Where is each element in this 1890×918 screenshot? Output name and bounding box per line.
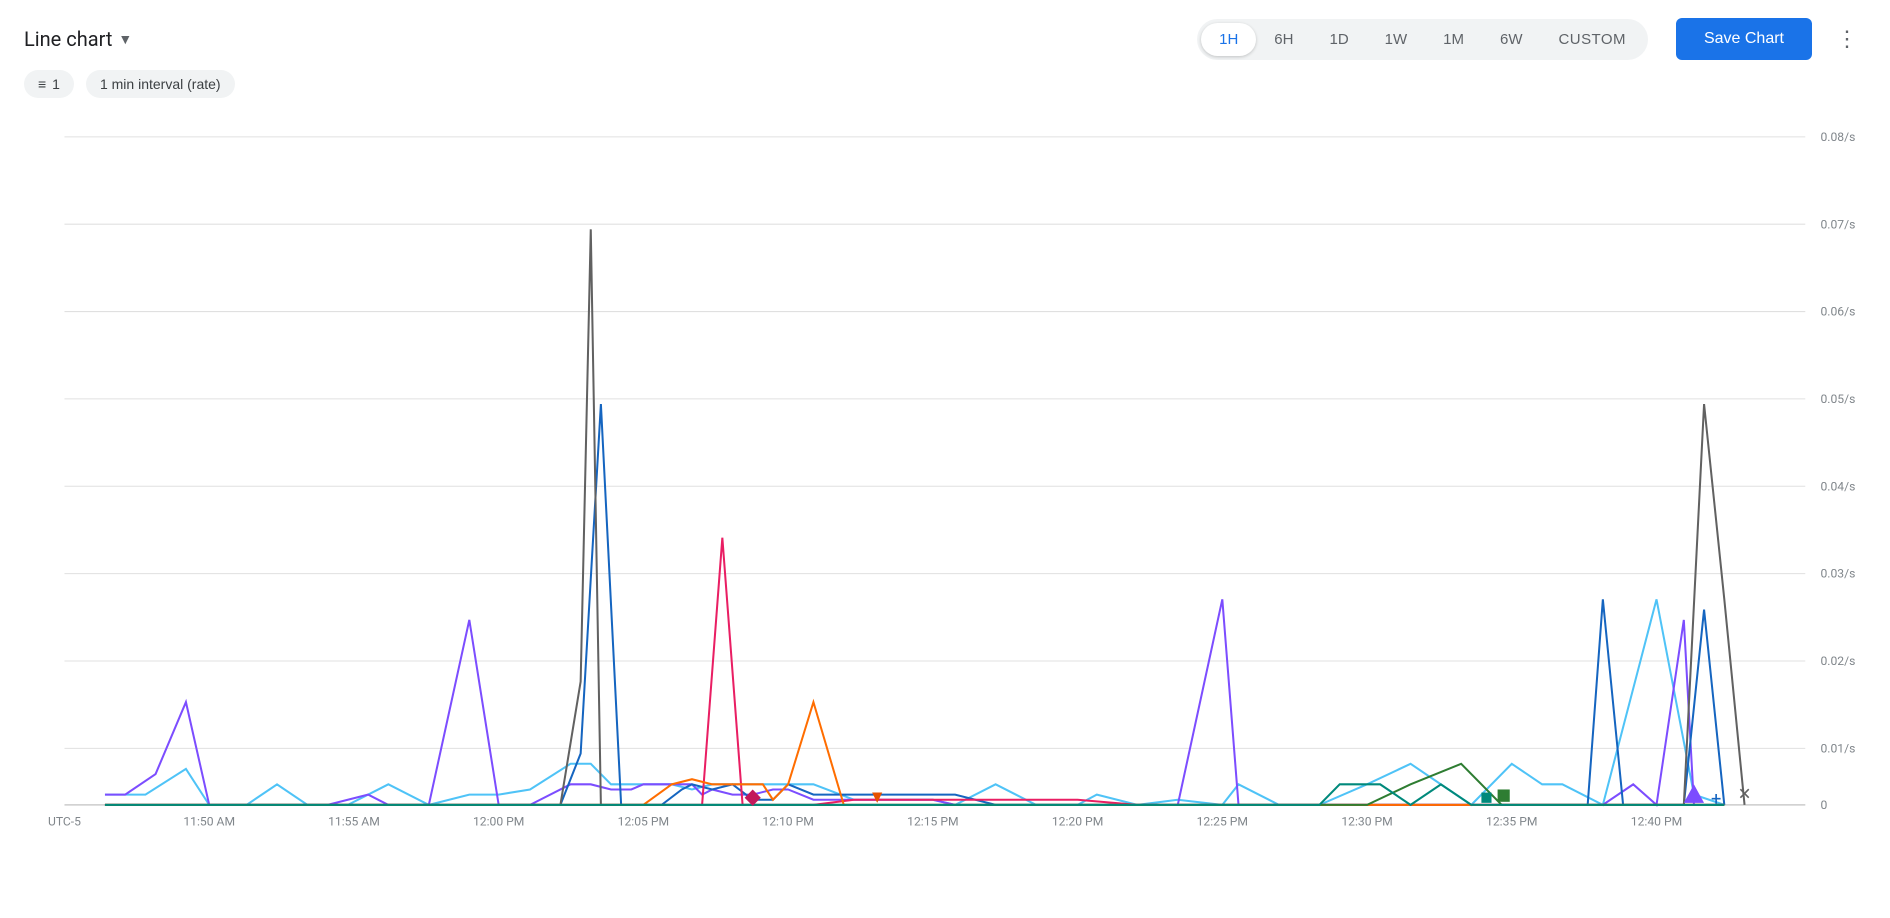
diamond-marker <box>745 789 761 805</box>
subheader: ≡ 1 1 min interval (rate) <box>0 70 1890 106</box>
filter-badge[interactable]: ≡ 1 <box>24 70 74 98</box>
time-controls: 1H 6H 1D 1W 1M 6W CUSTOM <box>1197 19 1648 60</box>
svg-text:0.03/s: 0.03/s <box>1820 567 1855 581</box>
time-btn-1w[interactable]: 1W <box>1367 23 1426 56</box>
time-btn-6h[interactable]: 6H <box>1256 23 1311 56</box>
svg-text:12:20 PM: 12:20 PM <box>1052 814 1103 828</box>
more-options-button[interactable]: ⋮ <box>1828 22 1866 56</box>
teal-square-marker <box>1481 793 1491 803</box>
chart-title-container: Line chart ▼ <box>24 27 1181 51</box>
square-marker <box>1498 789 1510 801</box>
chart-type-label: Line chart <box>24 27 112 51</box>
svg-text:0.02/s: 0.02/s <box>1820 654 1855 668</box>
svg-text:0.04/s: 0.04/s <box>1820 479 1855 493</box>
time-btn-custom[interactable]: CUSTOM <box>1541 23 1644 56</box>
svg-text:12:30 PM: 12:30 PM <box>1341 814 1392 828</box>
svg-text:0: 0 <box>1820 798 1827 812</box>
svg-text:UTC-5: UTC-5 <box>48 814 81 828</box>
filter-count: 1 <box>52 76 60 92</box>
svg-text:12:00 PM: 12:00 PM <box>473 814 524 828</box>
svg-text:12:10 PM: 12:10 PM <box>762 814 813 828</box>
svg-text:12:05 PM: 12:05 PM <box>618 814 669 828</box>
filter-icon: ≡ <box>38 76 46 92</box>
interval-badge[interactable]: 1 min interval (rate) <box>86 70 235 98</box>
chart-type-dropdown-icon[interactable]: ▼ <box>118 31 132 48</box>
plus-marker: + <box>1711 789 1721 810</box>
triangle-down-marker <box>872 793 882 803</box>
svg-text:12:15 PM: 12:15 PM <box>907 814 958 828</box>
time-btn-1m[interactable]: 1M <box>1425 23 1482 56</box>
time-btn-1h[interactable]: 1H <box>1201 23 1256 56</box>
svg-text:12:40 PM: 12:40 PM <box>1631 814 1682 828</box>
svg-text:11:50 AM: 11:50 AM <box>183 814 235 828</box>
svg-text:12:35 PM: 12:35 PM <box>1486 814 1537 828</box>
triangle-up-marker <box>1684 784 1704 803</box>
svg-text:0.08/s: 0.08/s <box>1820 130 1855 144</box>
line-chart-svg: 0.08/s 0.07/s 0.06/s 0.05/s 0.04/s 0.03/… <box>24 106 1866 846</box>
svg-text:0.07/s: 0.07/s <box>1820 217 1855 231</box>
svg-text:0.01/s: 0.01/s <box>1820 741 1855 755</box>
x-marker: ✕ <box>1738 785 1752 804</box>
svg-text:0.06/s: 0.06/s <box>1820 305 1855 319</box>
svg-text:12:25 PM: 12:25 PM <box>1197 814 1248 828</box>
chart-area: 0.08/s 0.07/s 0.06/s 0.05/s 0.04/s 0.03/… <box>24 106 1866 846</box>
time-btn-6w[interactable]: 6W <box>1482 23 1541 56</box>
svg-text:0.05/s: 0.05/s <box>1820 392 1855 406</box>
save-chart-button[interactable]: Save Chart <box>1676 18 1812 60</box>
header: Line chart ▼ 1H 6H 1D 1W 1M 6W CUSTOM Sa… <box>0 0 1890 70</box>
time-btn-1d[interactable]: 1D <box>1311 23 1366 56</box>
svg-text:11:55 AM: 11:55 AM <box>328 814 380 828</box>
